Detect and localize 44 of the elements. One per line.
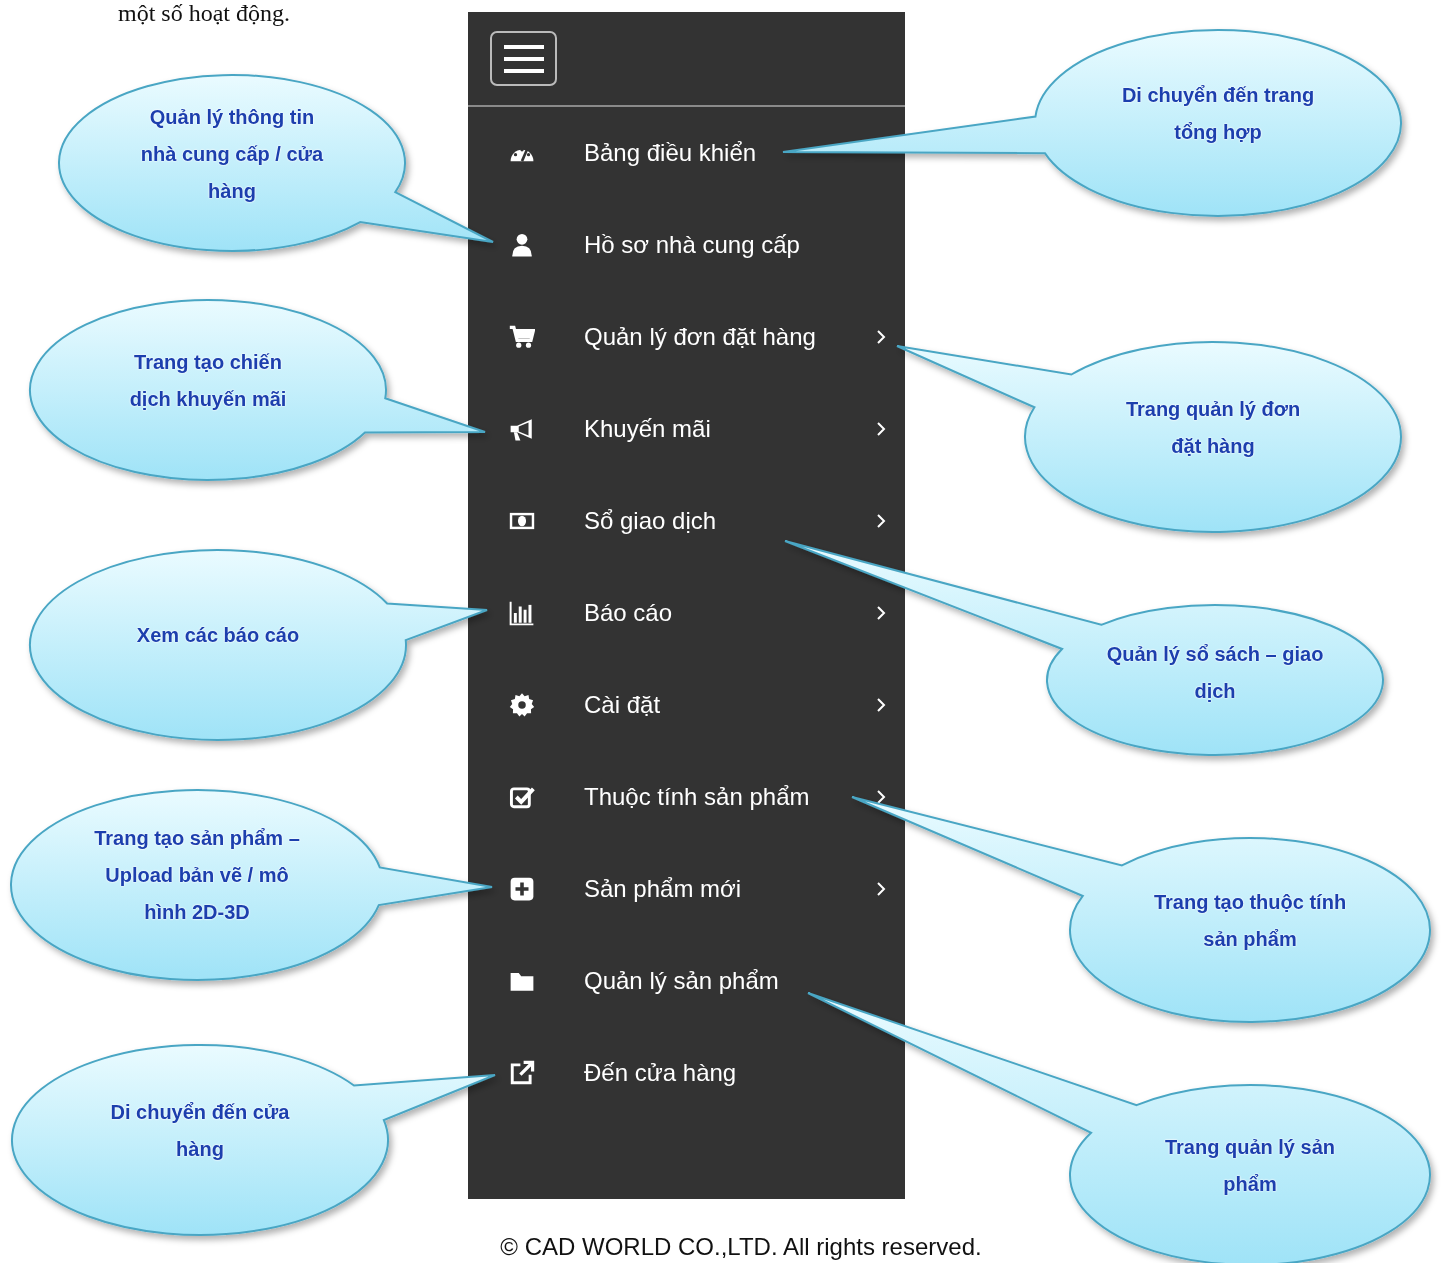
menu-label: Báo cáo — [584, 599, 674, 627]
callout-text: Trang tạo sản phẩm – Upload bản vẽ / mô hình 2D-3D — [93, 826, 301, 925]
sidebar-item[interactable]: Thuộc tính sản phẩm — [468, 751, 905, 843]
callout-text: Trang tạo chiến dịch khuyến mãi — [128, 350, 288, 412]
callout-text: Trang quản lý sản phẩm — [1163, 1135, 1336, 1197]
callout-text: Xem các báo cáo — [136, 623, 300, 648]
sidebar-item[interactable]: Hồ sơ nhà cung cấp — [468, 199, 905, 291]
sidebar-item[interactable]: Cài đặt — [468, 659, 905, 751]
menu-label: Bảng điều khiển — [584, 139, 758, 167]
cart-icon — [509, 324, 535, 350]
settings-icon — [509, 692, 535, 718]
sidebar-item[interactable]: Sổ giao dịch — [468, 475, 905, 567]
callout-text: Di chuyển đến trang tổng hợp — [1120, 82, 1316, 145]
intro-text: một số hoạt động. — [118, 0, 290, 26]
sidebar-item[interactable]: Khuyến mãi — [468, 383, 905, 475]
megaphone-icon — [509, 416, 535, 442]
callout-text: Di chuyển đến cửa hàng — [109, 1099, 291, 1162]
copyright-text: © CAD WORLD CO.,LTD. All rights reserved. — [500, 1233, 982, 1261]
menu-icon — [501, 42, 546, 75]
menu-label: Đến cửa hàng — [584, 1059, 738, 1087]
user-icon — [509, 232, 535, 258]
callout-text: Quản lý sổ sách – giao dịch — [1105, 641, 1325, 704]
callout-text: Trang quản lý đơn đặt hàng — [1124, 396, 1302, 459]
sidebar-item[interactable]: Bảng điều khiển — [468, 107, 905, 199]
menu-label: Quản lý đơn đặt hàng — [584, 323, 817, 351]
menu-label: Hồ sơ nhà cung cấp — [584, 231, 801, 259]
menu-label: Khuyến mãi — [584, 415, 712, 443]
sidebar-item[interactable]: Quản lý sản phẩm — [468, 935, 905, 1027]
menu-label: Sản phẩm mới — [584, 875, 743, 903]
external-link-icon — [509, 1060, 535, 1086]
menu-button[interactable] — [490, 31, 557, 86]
menu-label: Cài đặt — [584, 691, 662, 719]
callout-text: Trang tạo thuộc tính sản phẩm — [1152, 889, 1348, 952]
sidebar-item[interactable]: Báo cáo — [468, 567, 905, 659]
menu-label: Thuộc tính sản phẩm — [584, 783, 811, 811]
plus-square-icon — [509, 876, 535, 902]
checkbox-icon — [509, 784, 535, 810]
menu-label: Quản lý sản phẩm — [584, 967, 780, 995]
bar-chart-icon — [509, 600, 535, 626]
menu-label: Sổ giao dịch — [584, 507, 718, 535]
sidebar-item[interactable]: Quản lý đơn đặt hàng — [468, 291, 905, 383]
sidebar-item[interactable]: Sản phẩm mới — [468, 843, 905, 935]
sidebar-item[interactable]: Đến cửa hàng — [468, 1027, 905, 1119]
callout-text: Quản lý thông tin nhà cung cấp / cửa hàng — [139, 104, 325, 204]
